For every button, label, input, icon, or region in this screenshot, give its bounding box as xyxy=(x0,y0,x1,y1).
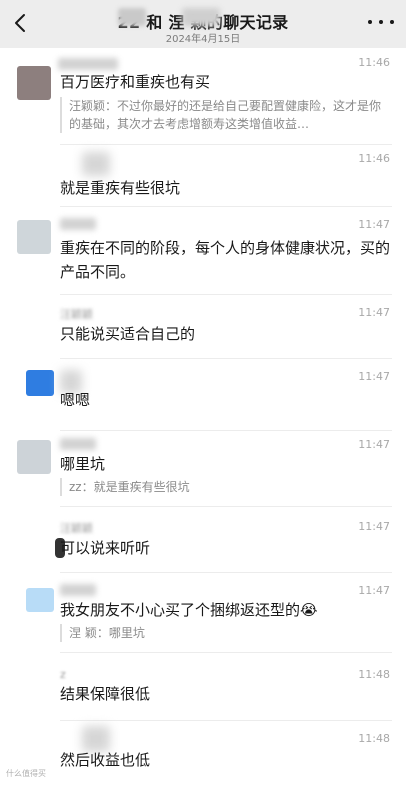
message-time: 11:47 xyxy=(358,520,390,533)
redacted-name-mark xyxy=(182,8,220,26)
message-text[interactable]: 可以说来听听 xyxy=(60,536,392,560)
redacted-sender xyxy=(58,58,118,70)
message-item: 11:46 就是重疾有些很坑 xyxy=(0,152,406,202)
message-time: 11:48 xyxy=(358,668,390,681)
message-text[interactable]: 我女朋友不小心买了个捆绑返还型的😭 xyxy=(60,598,392,622)
chat-history-header: 22 和 涅 颖的聊天记录 2024年4月15日 xyxy=(0,0,406,48)
redacted-sender xyxy=(60,438,96,450)
message-item: 11:48 然后收益也低 xyxy=(0,726,406,778)
more-dot-icon xyxy=(368,20,372,24)
message-text[interactable]: 就是重疾有些很坑 xyxy=(60,176,392,200)
quoted-message[interactable]: zz：就是重疾有些很坑 xyxy=(60,478,388,496)
redacted-name-mark xyxy=(118,8,146,26)
message-sender: z xyxy=(60,668,66,681)
divider xyxy=(60,294,392,295)
message-time: 11:47 xyxy=(358,306,390,319)
redacted-sender xyxy=(60,584,96,596)
message-list[interactable]: 11:46 百万医疗和重疾也有买 汪颖颖：不过你最好的还是给自己要配置健康险，这… xyxy=(0,48,406,785)
message-sender: 汪颖颖 xyxy=(60,522,93,535)
avatar[interactable] xyxy=(17,66,51,100)
message-item: 汪颖颖 11:47 可以说来听听 xyxy=(0,520,406,566)
message-time: 11:47 xyxy=(358,584,390,597)
message-time: 11:46 xyxy=(358,56,390,69)
redacted-sender xyxy=(60,218,96,230)
message-text[interactable]: 百万医疗和重疾也有买 xyxy=(60,70,392,94)
divider xyxy=(60,144,392,145)
message-text[interactable]: 然后收益也低 xyxy=(60,748,392,772)
divider xyxy=(60,430,392,431)
divider xyxy=(60,506,392,507)
message-text[interactable]: 重疾在不同的阶段，每个人的身体健康状况，买的产品不同。 xyxy=(60,236,392,284)
quoted-message[interactable]: 涅 颖：哪里坑 xyxy=(60,624,388,642)
message-time: 11:47 xyxy=(358,438,390,451)
divider xyxy=(60,652,392,653)
avatar[interactable] xyxy=(26,588,54,612)
more-options-button[interactable] xyxy=(368,12,394,32)
message-time: 11:47 xyxy=(358,370,390,383)
message-sender: 汪颖颖 xyxy=(60,308,93,321)
avatar[interactable] xyxy=(26,370,54,396)
message-text[interactable]: 嗯嗯 xyxy=(60,388,392,412)
message-text[interactable]: 只能说买适合自己的 xyxy=(60,322,392,346)
chat-date: 2024年4月15日 xyxy=(165,34,241,45)
watermark: 什么值得买 xyxy=(6,769,46,778)
message-item: 11:46 百万医疗和重疾也有买 汪颖颖：不过你最好的还是给自己要配置健康险，这… xyxy=(0,56,406,144)
divider xyxy=(60,572,392,573)
more-dot-icon xyxy=(379,20,383,24)
redacted-avatar xyxy=(82,152,110,176)
divider xyxy=(60,720,392,721)
message-item: 11:47 哪里坑 zz：就是重疾有些很坑 xyxy=(0,438,406,500)
message-item: 11:47 我女朋友不小心买了个捆绑返还型的😭 涅 颖：哪里坑 xyxy=(0,584,406,646)
message-time: 11:48 xyxy=(358,732,390,745)
quoted-message[interactable]: 汪颖颖：不过你最好的还是给自己要配置健康险，这才是你的基础，其次才去考虑增额寿这… xyxy=(60,97,388,133)
divider xyxy=(60,206,392,207)
avatar[interactable] xyxy=(17,220,51,254)
message-item: 11:47 重疾在不同的阶段，每个人的身体健康状况，买的产品不同。 xyxy=(0,218,406,294)
message-item: 11:47 嗯嗯 xyxy=(0,370,406,426)
message-text[interactable]: 哪里坑 xyxy=(60,452,392,476)
message-item: z 11:48 结果保障很低 xyxy=(0,668,406,714)
avatar[interactable] xyxy=(17,440,51,474)
message-item: 汪颖颖 11:47 只能说买适合自己的 xyxy=(0,306,406,356)
message-text[interactable]: 结果保障很低 xyxy=(60,682,392,706)
message-time: 11:47 xyxy=(358,218,390,231)
divider xyxy=(60,358,392,359)
message-time: 11:46 xyxy=(358,152,390,165)
more-dot-icon xyxy=(390,20,394,24)
